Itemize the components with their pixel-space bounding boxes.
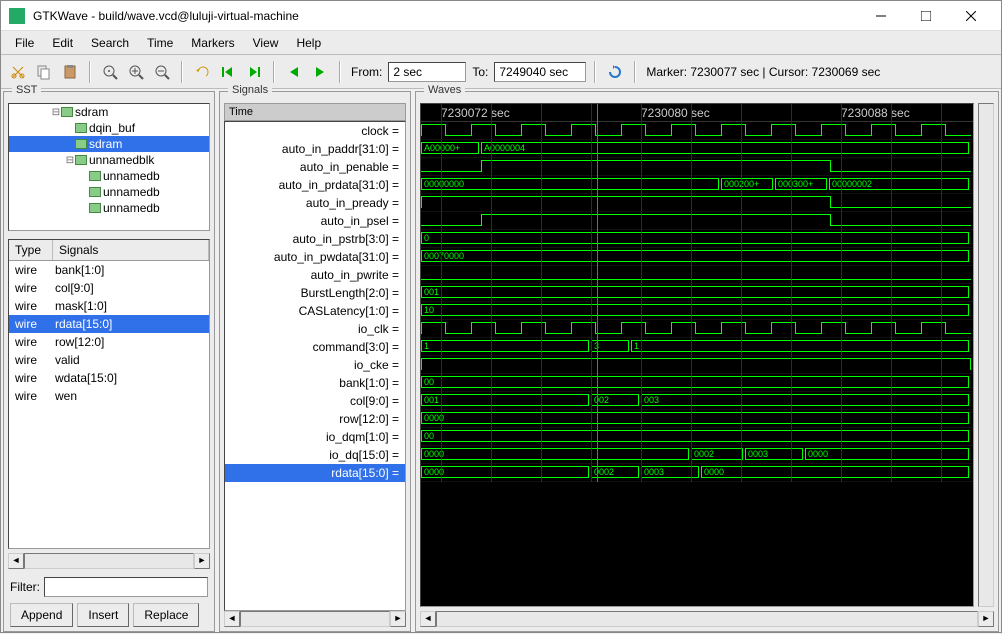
signal-name[interactable]: auto_in_prdata[31:0] = xyxy=(225,176,405,194)
wave-vscrollbar[interactable] xyxy=(978,103,994,607)
hierarchy-tree[interactable]: ⊟sdramdqin_bufsdram⊟unnamedblkunnamedbun… xyxy=(8,103,210,231)
col-type[interactable]: Type xyxy=(9,240,53,260)
signal-row[interactable]: wirewen xyxy=(9,387,209,405)
zoom-fit-icon[interactable] xyxy=(99,61,121,83)
signal-name[interactable]: bank[1:0] = xyxy=(225,374,405,392)
menu-markers[interactable]: Markers xyxy=(183,33,242,53)
signal-row[interactable]: wirewdata[15:0] xyxy=(9,369,209,387)
time-header: Time xyxy=(224,103,406,121)
waves-title: Waves xyxy=(424,84,465,98)
wave-hscrollbar[interactable]: ◄► xyxy=(420,611,994,627)
signal-name[interactable]: io_clk = xyxy=(225,320,405,338)
signal-name[interactable]: command[3:0] = xyxy=(225,338,405,356)
signal-name[interactable]: auto_in_paddr[31:0] = xyxy=(225,140,405,158)
cursor-line[interactable] xyxy=(597,104,598,482)
hscrollbar[interactable]: ◄► xyxy=(8,553,210,569)
append-button[interactable]: Append xyxy=(10,603,73,627)
signal-name[interactable]: auto_in_pwrite = xyxy=(225,266,405,284)
signal-list[interactable]: clock =auto_in_paddr[31:0] =auto_in_pena… xyxy=(224,121,406,611)
zoom-in-icon[interactable] xyxy=(125,61,147,83)
signal-name[interactable]: io_dqm[1:0] = xyxy=(225,428,405,446)
tree-item[interactable]: unnamedb xyxy=(9,168,209,184)
signal-name[interactable]: io_cke = xyxy=(225,356,405,374)
reload-icon[interactable] xyxy=(604,61,626,83)
signal-row[interactable]: wiremask[1:0] xyxy=(9,297,209,315)
col-signals[interactable]: Signals xyxy=(53,240,209,260)
prev-edge-icon[interactable] xyxy=(283,61,305,83)
signal-name[interactable]: row[12:0] = xyxy=(225,410,405,428)
sst-title: SST xyxy=(12,84,41,98)
menu-edit[interactable]: Edit xyxy=(44,33,81,53)
sig-hscrollbar[interactable]: ◄► xyxy=(224,611,406,627)
signal-row[interactable]: wirebank[1:0] xyxy=(9,261,209,279)
replace-button[interactable]: Replace xyxy=(133,603,199,627)
tree-item[interactable]: unnamedb xyxy=(9,200,209,216)
to-label: To: xyxy=(470,65,490,79)
next-edge-icon[interactable] xyxy=(309,61,331,83)
menu-help[interactable]: Help xyxy=(288,33,329,53)
signal-table[interactable]: Type Signals wirebank[1:0]wirecol[9:0]wi… xyxy=(8,239,210,549)
window-title: GTKWave - build/wave.vcd@luluji-virtual-… xyxy=(33,9,858,23)
signal-name[interactable]: auto_in_penable = xyxy=(225,158,405,176)
marker-info: Marker: 7230077 sec | Cursor: 7230069 se… xyxy=(644,65,882,79)
to-input[interactable] xyxy=(494,62,586,82)
menu-search[interactable]: Search xyxy=(83,33,137,53)
tree-item[interactable]: ⊟sdram xyxy=(9,104,209,120)
signal-name[interactable]: CASLatency[1:0] = xyxy=(225,302,405,320)
signal-name[interactable]: auto_in_pstrb[3:0] = xyxy=(225,230,405,248)
menu-time[interactable]: Time xyxy=(139,33,181,53)
insert-button[interactable]: Insert xyxy=(77,603,129,627)
cut-icon[interactable] xyxy=(7,61,29,83)
signal-name[interactable]: auto_in_pwdata[31:0] = xyxy=(225,248,405,266)
copy-icon[interactable] xyxy=(33,61,55,83)
tree-item[interactable]: dqin_buf xyxy=(9,120,209,136)
filter-input[interactable] xyxy=(44,577,208,597)
menubar: FileEditSearchTimeMarkersViewHelp xyxy=(1,31,1001,55)
undo-icon[interactable] xyxy=(191,61,213,83)
goto-start-icon[interactable] xyxy=(217,61,239,83)
goto-end-icon[interactable] xyxy=(243,61,265,83)
signal-name[interactable]: BurstLength[2:0] = xyxy=(225,284,405,302)
signal-row[interactable]: wirecol[9:0] xyxy=(9,279,209,297)
signal-name[interactable]: auto_in_pready = xyxy=(225,194,405,212)
signal-row[interactable]: wirerdata[15:0] xyxy=(9,315,209,333)
menu-file[interactable]: File xyxy=(7,33,42,53)
zoom-out-icon[interactable] xyxy=(151,61,173,83)
tree-item[interactable]: sdram xyxy=(9,136,209,152)
signal-row[interactable]: wirerow[12:0] xyxy=(9,333,209,351)
signal-row[interactable]: wirevalid xyxy=(9,351,209,369)
filter-label: Filter: xyxy=(10,580,40,594)
signal-name[interactable]: rdata[15:0] = xyxy=(225,464,405,482)
signal-name[interactable]: col[9:0] = xyxy=(225,392,405,410)
from-input[interactable] xyxy=(388,62,466,82)
signal-name[interactable]: auto_in_psel = xyxy=(225,212,405,230)
app-icon xyxy=(9,8,25,24)
tree-item[interactable]: unnamedb xyxy=(9,184,209,200)
signal-name[interactable]: clock = xyxy=(225,122,405,140)
close-button[interactable] xyxy=(948,2,993,30)
signals-title: Signals xyxy=(228,84,272,98)
tree-item[interactable]: ⊟unnamedblk xyxy=(9,152,209,168)
maximize-button[interactable] xyxy=(903,2,948,30)
wave-canvas[interactable]: 7230072 sec7230080 sec7230088 sec A00000… xyxy=(420,103,974,607)
from-label: From: xyxy=(349,65,384,79)
titlebar: GTKWave - build/wave.vcd@luluji-virtual-… xyxy=(1,1,1001,31)
paste-icon[interactable] xyxy=(59,61,81,83)
minimize-button[interactable] xyxy=(858,2,903,30)
toolbar: From: To: Marker: 7230077 sec | Cursor: … xyxy=(1,55,1001,89)
menu-view[interactable]: View xyxy=(245,33,287,53)
signal-name[interactable]: io_dq[15:0] = xyxy=(225,446,405,464)
